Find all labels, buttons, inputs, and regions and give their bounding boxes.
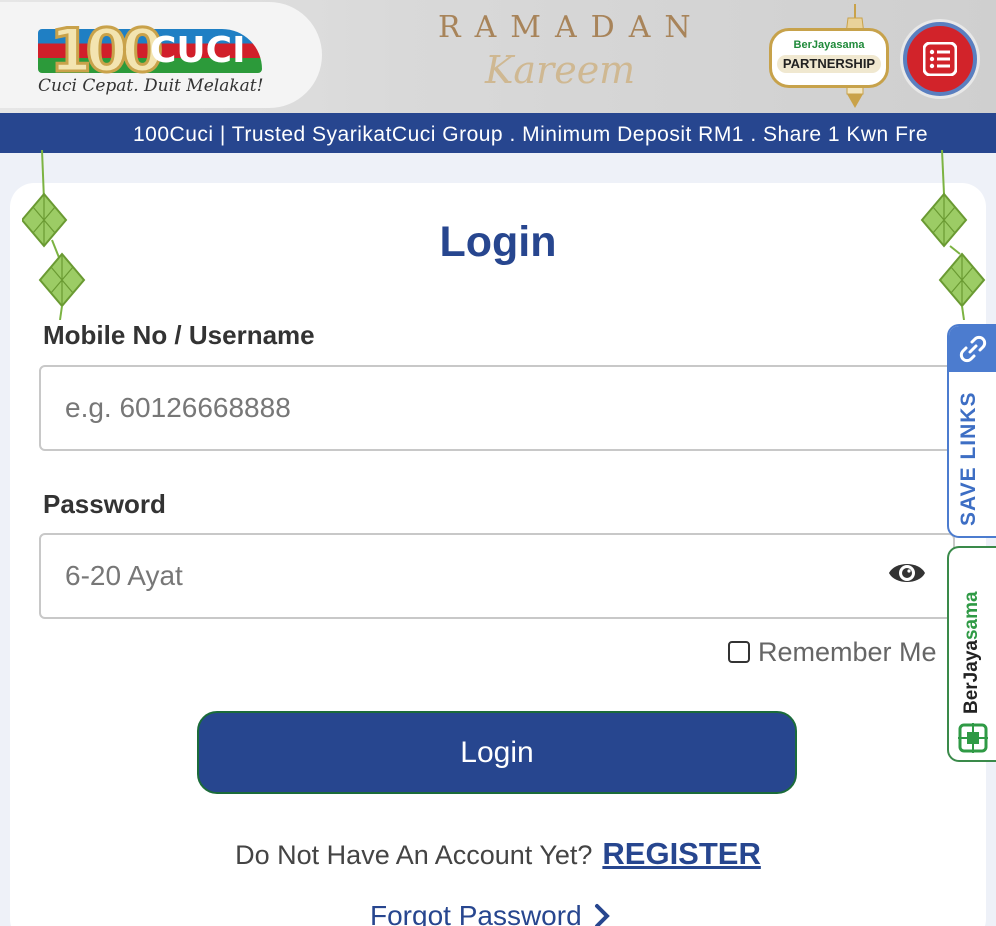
berjayasama-tab[interactable]: BerJayasama: [947, 546, 996, 762]
berjayasama-label: BerJayasama: [961, 591, 983, 714]
bjs-label-part1: Ber: [961, 682, 982, 714]
save-links-label: SAVE LINKS: [957, 391, 980, 526]
partnership-badge[interactable]: BerJayasama PARTNERSHIP: [769, 28, 889, 88]
chevron-right-icon: [594, 904, 610, 926]
register-link[interactable]: REGISTER: [602, 836, 760, 871]
username-input[interactable]: [39, 365, 955, 451]
banner-title: RAMADAN: [438, 10, 705, 45]
remember-me-checkbox[interactable]: [728, 641, 750, 663]
no-account-text: Do Not Have An Account Yet?: [235, 840, 593, 870]
announcement-marquee: 100Cuci | Trusted SyarikatCuci Group . M…: [0, 113, 996, 153]
marquee-text: 100Cuci | Trusted SyarikatCuci Group . M…: [133, 123, 929, 146]
bjs-label-part2: Jaya: [961, 640, 982, 683]
bjs-label-part3: sama: [961, 591, 982, 641]
eye-icon: [889, 564, 925, 582]
logo-word: CUCI: [150, 30, 246, 71]
password-input[interactable]: [39, 533, 955, 619]
remember-me-label: Remember Me: [758, 636, 937, 667]
partner-brand: BerJayasama: [793, 39, 865, 51]
banner-script: Kareem: [485, 48, 636, 92]
login-button[interactable]: Login: [197, 711, 797, 794]
save-links-icon-area: [949, 326, 996, 372]
logo-container[interactable]: 100 CUCI Cuci Cepat. Duit Melakat!: [0, 2, 322, 108]
login-title: Login: [439, 218, 557, 266]
forgot-password-label: Forgot Password: [370, 900, 582, 926]
site-header: 100 CUCI Cuci Cepat. Duit Melakat! RAMAD…: [0, 0, 996, 113]
password-label: Password: [43, 489, 166, 519]
menu-list-icon: [923, 42, 957, 76]
menu-button[interactable]: [903, 22, 977, 96]
remember-me[interactable]: Remember Me: [728, 637, 937, 667]
forgot-password-link[interactable]: Forgot Password: [370, 900, 610, 926]
partner-label: PARTNERSHIP: [777, 55, 881, 73]
link-icon: [959, 335, 986, 363]
username-label: Mobile No / Username: [43, 320, 315, 350]
berjayasama-logo-icon: [958, 723, 988, 753]
toggle-password-visibility-button[interactable]: [888, 555, 926, 591]
register-prompt: Do Not Have An Account Yet? REGISTER: [0, 836, 996, 872]
logo-tagline: Cuci Cepat. Duit Melakat!: [38, 76, 264, 96]
save-links-tab[interactable]: SAVE LINKS: [947, 324, 996, 538]
